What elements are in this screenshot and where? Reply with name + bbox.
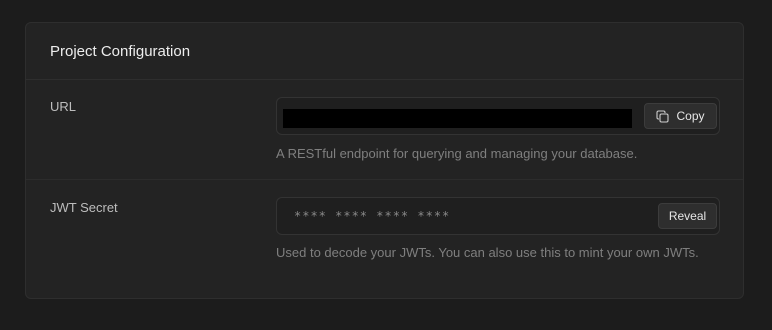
project-configuration-panel: Project Configuration URL Copy A RESTful… — [25, 22, 744, 299]
jwt-secret-help-text: Used to decode your JWTs. You can also u… — [276, 245, 699, 260]
reveal-button[interactable]: Reveal — [658, 203, 717, 229]
copy-icon — [656, 109, 670, 123]
panel-header: Project Configuration — [26, 23, 743, 80]
copy-button-label: Copy — [676, 109, 705, 123]
panel-title: Project Configuration — [50, 42, 191, 60]
copy-button[interactable]: Copy — [644, 103, 717, 129]
url-help-text: A RESTful endpoint for querying and mana… — [276, 146, 638, 161]
jwt-secret-label: JWT Secret — [50, 200, 118, 215]
url-label: URL — [50, 99, 77, 114]
redacted-url-value — [283, 109, 632, 128]
jwt-secret-masked-value: **** **** **** **** — [294, 209, 451, 223]
reveal-button-label: Reveal — [668, 209, 707, 223]
url-row: URL Copy A RESTful endpoint for querying… — [26, 80, 743, 180]
jwt-secret-row: JWT Secret **** **** **** **** Reveal Us… — [26, 180, 743, 298]
url-field[interactable]: Copy — [276, 97, 720, 135]
jwt-secret-field[interactable]: **** **** **** **** Reveal — [276, 197, 720, 235]
